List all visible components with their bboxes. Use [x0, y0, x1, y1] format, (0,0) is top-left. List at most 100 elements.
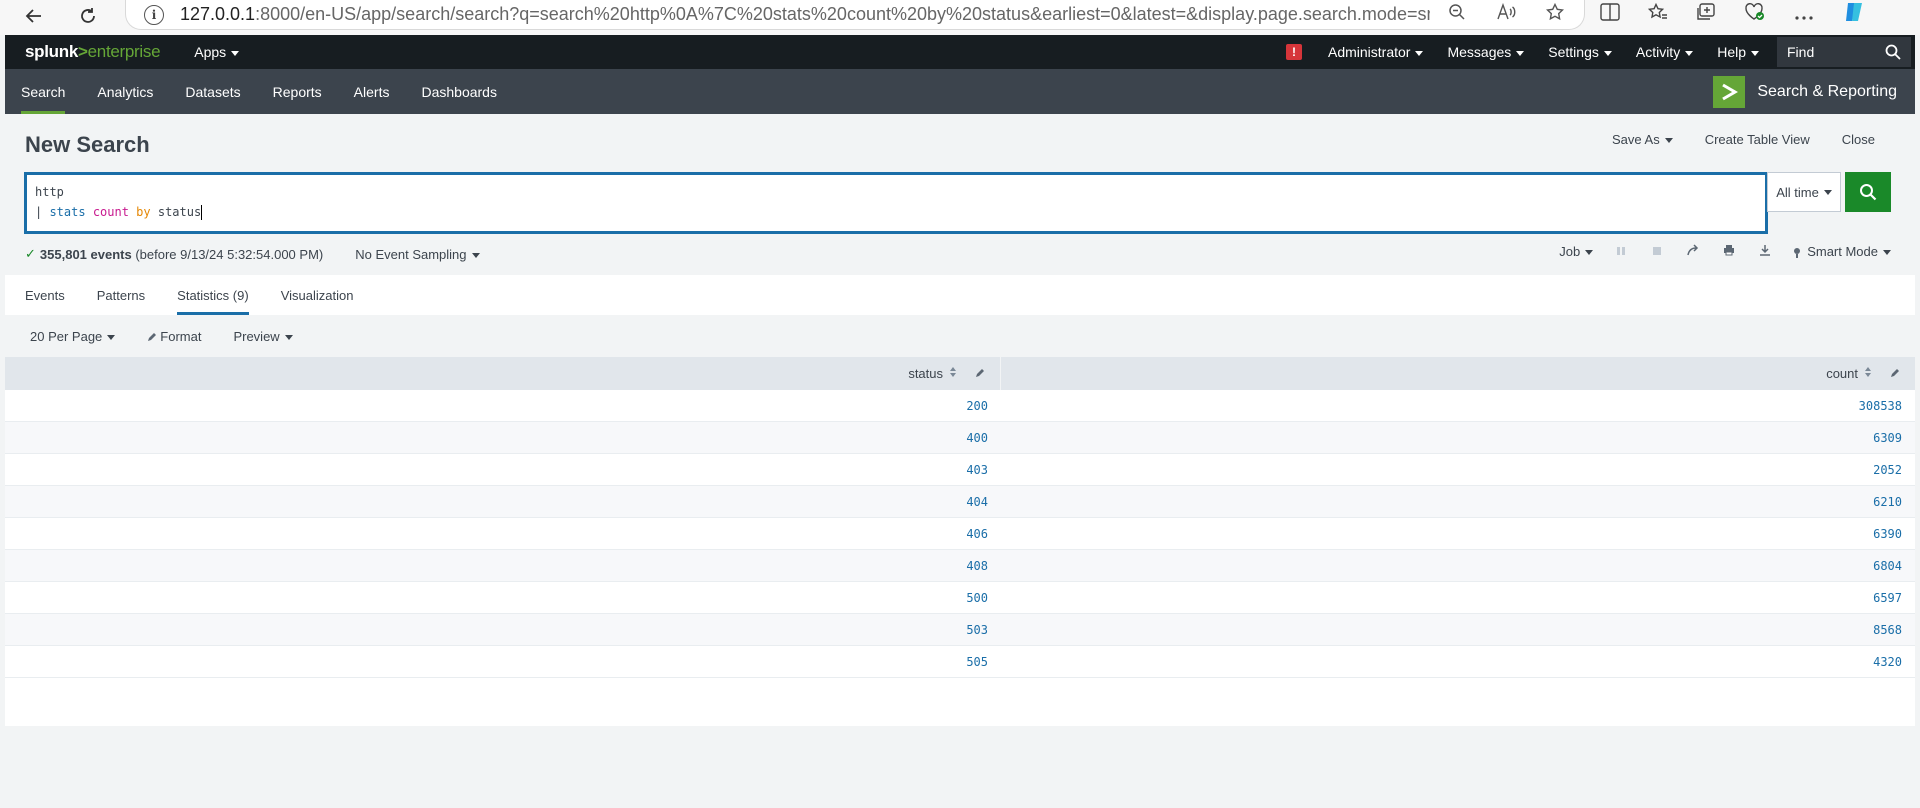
- text-cursor: [201, 205, 203, 220]
- edit-column-icon[interactable]: [975, 367, 986, 381]
- read-aloud-icon[interactable]: [1496, 2, 1516, 26]
- tab-events[interactable]: Events: [9, 275, 81, 315]
- sort-icon[interactable]: [949, 367, 957, 380]
- column-header-count[interactable]: count: [1001, 357, 1915, 390]
- table-row: 400 6309: [5, 422, 1915, 454]
- cell-status[interactable]: 505: [5, 646, 1001, 677]
- tab-patterns[interactable]: Patterns: [81, 275, 161, 315]
- export-download-icon[interactable]: [1757, 244, 1773, 259]
- alert-badge[interactable]: !: [1285, 44, 1302, 60]
- chevron-down-icon: [231, 50, 240, 56]
- search-icon[interactable]: [1885, 44, 1901, 63]
- event-sampling-menu[interactable]: No Event Sampling: [355, 247, 480, 262]
- cell-count[interactable]: 6804: [1001, 550, 1915, 581]
- column-header-status[interactable]: status: [5, 357, 1001, 390]
- cell-status[interactable]: 408: [5, 550, 1001, 581]
- cell-status[interactable]: 404: [5, 486, 1001, 517]
- result-tabs: Events Patterns Statistics (9) Visualiza…: [5, 275, 1915, 315]
- table-row: 505 4320: [5, 646, 1915, 678]
- splunk-top-bar: splunk>enterprise Apps ! Administrator M…: [5, 35, 1915, 69]
- run-search-button[interactable]: [1845, 172, 1891, 212]
- administrator-menu[interactable]: Administrator: [1328, 44, 1424, 60]
- search-mode-menu[interactable]: Smart Mode: [1793, 244, 1891, 259]
- cell-count[interactable]: 6210: [1001, 486, 1915, 517]
- zoom-out-icon[interactable]: [1448, 3, 1466, 26]
- app-tab-analytics[interactable]: Analytics: [81, 69, 169, 114]
- splunk-logo[interactable]: splunk>enterprise: [25, 42, 161, 62]
- query-line-2: | stats count by status: [35, 205, 203, 220]
- save-as-button[interactable]: Save As: [1612, 132, 1673, 147]
- messages-menu[interactable]: Messages: [1447, 44, 1525, 60]
- more-options-icon[interactable]: [1794, 4, 1814, 27]
- edit-column-icon[interactable]: [1890, 367, 1901, 381]
- activity-menu[interactable]: Activity: [1636, 44, 1694, 60]
- cell-status[interactable]: 500: [5, 582, 1001, 613]
- cell-status[interactable]: 200: [5, 390, 1001, 421]
- cell-status[interactable]: 503: [5, 614, 1001, 645]
- app-tab-search[interactable]: Search: [5, 69, 81, 114]
- app-brand[interactable]: Search & Reporting: [1713, 76, 1897, 108]
- cell-count[interactable]: 6390: [1001, 518, 1915, 549]
- table-row: 403 2052: [5, 454, 1915, 486]
- events-count: 355,801 events: [39, 246, 132, 262]
- table-row: 404 6210: [5, 486, 1915, 518]
- pause-icon[interactable]: [1613, 245, 1629, 259]
- app-tab-datasets[interactable]: Datasets: [169, 69, 256, 114]
- tab-statistics[interactable]: Statistics (9): [161, 275, 265, 315]
- per-page-menu[interactable]: 20 Per Page: [30, 329, 116, 344]
- search-status-row: ✓ 355,801 events (before 9/13/24 5:32:54…: [25, 244, 1891, 264]
- sort-icon[interactable]: [1864, 367, 1872, 380]
- split-screen-icon[interactable]: [1600, 3, 1620, 27]
- copilot-icon[interactable]: [1842, 0, 1866, 30]
- cell-count[interactable]: 6309: [1001, 422, 1915, 453]
- cell-status[interactable]: 400: [5, 422, 1001, 453]
- settings-menu[interactable]: Settings: [1548, 44, 1612, 60]
- job-menu[interactable]: Job: [1559, 244, 1594, 259]
- url-text: 127.0.0.1:8000/en-US/app/search/search?q…: [180, 4, 1430, 24]
- back-arrow-icon[interactable]: [16, 0, 52, 32]
- browser-toolbar: i 127.0.0.1:8000/en-US/app/search/search…: [0, 0, 1920, 35]
- browser-essentials-icon[interactable]: [1744, 2, 1766, 28]
- refresh-icon[interactable]: [70, 0, 106, 32]
- cell-count[interactable]: 4320: [1001, 646, 1915, 677]
- main-content: New Search Save As Create Table View Clo…: [5, 114, 1915, 808]
- app-tab-dashboards[interactable]: Dashboards: [405, 69, 513, 114]
- find-input[interactable]: Find: [1777, 37, 1911, 67]
- check-icon: ✓: [25, 246, 36, 261]
- chevron-down-icon: [1664, 138, 1673, 144]
- address-bar[interactable]: i 127.0.0.1:8000/en-US/app/search/search…: [125, 0, 1585, 30]
- cell-count[interactable]: 8568: [1001, 614, 1915, 645]
- site-info-icon[interactable]: i: [144, 4, 164, 25]
- print-icon[interactable]: [1721, 244, 1737, 259]
- preview-menu[interactable]: Preview: [233, 329, 293, 344]
- create-table-view-button[interactable]: Create Table View: [1705, 132, 1810, 147]
- chevron-down-icon: [107, 334, 116, 340]
- favorites-icon[interactable]: [1647, 2, 1668, 27]
- share-icon[interactable]: [1685, 244, 1701, 259]
- table-header: status count: [5, 357, 1915, 390]
- table-toolbar: 20 Per Page Format Preview: [5, 315, 1915, 357]
- chevron-down-icon: [1823, 189, 1832, 195]
- favorite-star-icon[interactable]: [1545, 2, 1565, 26]
- collections-icon[interactable]: [1696, 3, 1716, 27]
- format-menu[interactable]: Format: [147, 329, 201, 344]
- table-footer-space: [5, 678, 1915, 726]
- cell-count[interactable]: 308538: [1001, 390, 1915, 421]
- chevron-down-icon: [1516, 50, 1525, 56]
- stop-icon[interactable]: [1649, 245, 1665, 259]
- app-tab-alerts[interactable]: Alerts: [338, 69, 406, 114]
- events-time-range: (before 9/13/24 5:32:54.000 PM): [135, 246, 324, 262]
- tab-visualization[interactable]: Visualization: [265, 275, 370, 315]
- search-query-input[interactable]: http | stats count by status: [24, 172, 1768, 234]
- cell-status[interactable]: 403: [5, 454, 1001, 485]
- apps-menu[interactable]: Apps: [194, 44, 240, 60]
- app-tab-reports[interactable]: Reports: [257, 69, 338, 114]
- help-menu[interactable]: Help: [1717, 44, 1759, 60]
- cell-count[interactable]: 6597: [1001, 582, 1915, 613]
- close-button[interactable]: Close: [1842, 132, 1875, 147]
- chevron-down-icon: [284, 334, 293, 340]
- cell-count[interactable]: 2052: [1001, 454, 1915, 485]
- cell-status[interactable]: 406: [5, 518, 1001, 549]
- chevron-down-icon: [1585, 250, 1594, 256]
- time-range-picker[interactable]: All time: [1767, 172, 1841, 212]
